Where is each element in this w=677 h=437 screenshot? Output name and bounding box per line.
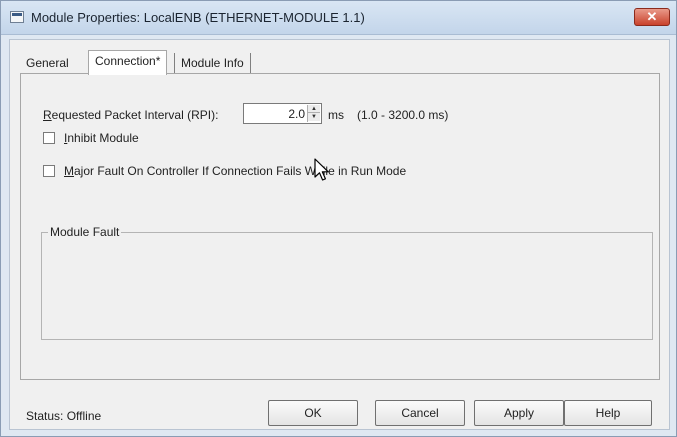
title-bar[interactable]: Module Properties: LocalENB (ETHERNET-MO… xyxy=(1,1,676,35)
tab-module-info[interactable]: Module Info xyxy=(174,53,251,74)
status-label: Status: xyxy=(26,409,64,423)
inhibit-module-label[interactable]: Inhibit Module xyxy=(64,131,139,145)
dialog-client-area: General Connection* Module Info Requeste… xyxy=(9,39,670,430)
rpi-range: (1.0 - 3200.0 ms) xyxy=(357,108,449,122)
status-value: Offline xyxy=(66,409,102,423)
rpi-value[interactable]: 2.0 xyxy=(288,107,305,121)
rpi-unit: ms xyxy=(328,108,344,122)
ok-button[interactable]: OK xyxy=(268,400,358,426)
rpi-spinner[interactable]: ▲ ▼ xyxy=(307,105,320,122)
close-button[interactable]: ✕ xyxy=(634,8,670,26)
app-window-icon xyxy=(10,11,24,23)
apply-button[interactable]: Apply xyxy=(474,400,564,426)
module-properties-dialog: Module Properties: LocalENB (ETHERNET-MO… xyxy=(0,0,677,437)
connection-tab-page: Requested Packet Interval (RPI): 2.0 ▲ ▼… xyxy=(20,73,660,380)
mouse-cursor-icon xyxy=(314,158,329,181)
major-fault-checkbox[interactable] xyxy=(43,165,55,177)
help-button[interactable]: Help xyxy=(564,400,652,426)
cancel-button[interactable]: Cancel xyxy=(375,400,465,426)
status-area: Status: Offline xyxy=(26,409,101,423)
tab-connection[interactable]: Connection* xyxy=(88,50,168,75)
tab-general[interactable]: General xyxy=(20,53,75,74)
spin-up-icon[interactable]: ▲ xyxy=(308,105,320,113)
spin-down-icon[interactable]: ▼ xyxy=(308,113,320,121)
rpi-label: Requested Packet Interval (RPI): xyxy=(43,108,219,122)
inhibit-module-checkbox[interactable] xyxy=(43,132,55,144)
module-fault-group: Module Fault xyxy=(41,225,653,340)
window-title: Module Properties: LocalENB (ETHERNET-MO… xyxy=(31,10,365,25)
module-fault-title: Module Fault xyxy=(48,225,122,239)
rpi-input[interactable]: 2.0 ▲ ▼ xyxy=(243,103,322,124)
major-fault-label[interactable]: Major Fault On Controller If Connection … xyxy=(64,164,406,178)
